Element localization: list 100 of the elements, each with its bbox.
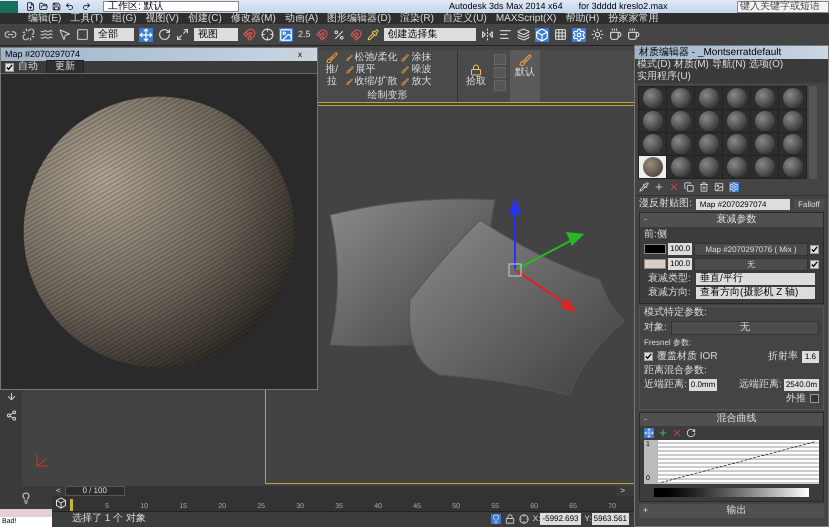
frame-marker-icon[interactable] bbox=[70, 499, 73, 511]
menu-item[interactable]: 组(G) bbox=[112, 12, 137, 24]
menu-item[interactable]: 选项(O) bbox=[748, 59, 784, 71]
copy-icon[interactable] bbox=[684, 182, 694, 192]
coordinate-dropdown[interactable]: 视图 bbox=[194, 28, 238, 41]
material-slot[interactable] bbox=[667, 156, 694, 178]
cube-icon[interactable] bbox=[534, 28, 549, 42]
move-point-icon[interactable] bbox=[644, 428, 654, 438]
close-button[interactable]: x bbox=[287, 50, 313, 60]
folder-icon[interactable] bbox=[39, 2, 48, 11]
menu-item[interactable]: 帮助(H) bbox=[565, 12, 600, 24]
percent-snap-icon[interactable] bbox=[332, 28, 345, 40]
checkbox[interactable] bbox=[810, 394, 819, 403]
material-slot[interactable] bbox=[751, 87, 778, 109]
trash-icon[interactable] bbox=[699, 182, 709, 192]
menu-item[interactable]: 编辑(E) bbox=[28, 12, 62, 24]
material-slot[interactable] bbox=[779, 156, 806, 178]
save-icon[interactable] bbox=[52, 2, 61, 11]
map-name-dropdown[interactable]: Map #2070297074 bbox=[696, 198, 790, 210]
wave-icon[interactable] bbox=[40, 28, 53, 41]
menu-item[interactable]: 视图(V) bbox=[146, 12, 179, 24]
checkbox[interactable] bbox=[644, 352, 653, 361]
material-slot[interactable] bbox=[779, 133, 806, 155]
checkbox[interactable] bbox=[810, 260, 819, 268]
named-selection-dropdown[interactable]: 创建选择集 bbox=[384, 28, 476, 41]
time-slider-thumb[interactable]: 0 / 100 bbox=[64, 486, 125, 496]
redo-icon[interactable] bbox=[82, 2, 91, 11]
workspace-dropdown[interactable]: 工作区: 默认 bbox=[103, 1, 239, 12]
material-slot[interactable] bbox=[751, 110, 778, 132]
menu-item[interactable]: 修改器(M) bbox=[230, 12, 276, 24]
align-icon[interactable] bbox=[498, 28, 512, 41]
reset-curve-icon[interactable] bbox=[686, 428, 696, 438]
material-slot[interactable] bbox=[695, 110, 722, 132]
amount-field[interactable]: 100.0 bbox=[668, 258, 692, 270]
x-coordinate-field[interactable]: -5992.693 bbox=[540, 513, 580, 525]
menu-item[interactable]: 自定义(U) bbox=[442, 12, 487, 24]
menu-item[interactable]: MAXScript(X) bbox=[496, 12, 556, 24]
scale-icon[interactable] bbox=[176, 28, 189, 41]
pipette-icon[interactable] bbox=[639, 182, 649, 192]
spinner-snap-icon[interactable] bbox=[350, 28, 362, 40]
brush-tool-button[interactable]: 展平 bbox=[346, 64, 398, 76]
rollout-title[interactable]: 混合曲线 bbox=[654, 413, 819, 426]
undo-icon[interactable] bbox=[65, 2, 74, 11]
menu-item[interactable]: 模式(D) bbox=[637, 59, 671, 71]
menu-item[interactable]: 导航(N) bbox=[712, 59, 746, 71]
material-slot[interactable] bbox=[723, 133, 750, 155]
near-distance-field[interactable]: 0.0mm bbox=[688, 378, 718, 390]
checkbox[interactable] bbox=[810, 244, 819, 254]
rollout-title[interactable]: 输出 bbox=[653, 504, 820, 517]
mirror-icon[interactable] bbox=[480, 28, 494, 41]
map-type-button[interactable]: Falloff bbox=[794, 198, 824, 210]
delete-point-icon[interactable] bbox=[672, 428, 682, 438]
material-slot[interactable] bbox=[695, 87, 722, 109]
move-icon[interactable] bbox=[139, 28, 153, 42]
map-slot-button[interactable]: 无 bbox=[694, 258, 808, 270]
brush-tool-button[interactable]: 收缩/扩散 bbox=[346, 76, 398, 88]
menu-item[interactable]: 工具(T) bbox=[70, 12, 104, 24]
layers-icon[interactable] bbox=[516, 28, 530, 41]
app-logo-icon[interactable] bbox=[0, 0, 18, 12]
material-slot[interactable] bbox=[639, 110, 666, 132]
crosshair-icon[interactable] bbox=[261, 28, 274, 41]
menu-item[interactable]: 扮家家常用 bbox=[608, 12, 658, 24]
menu-item[interactable]: 材质(M) bbox=[674, 59, 709, 71]
ior-field[interactable]: 1.6 bbox=[802, 350, 819, 362]
push-pull-button[interactable]: 推/拉 bbox=[322, 52, 342, 88]
material-slot[interactable] bbox=[723, 156, 750, 178]
material-slot[interactable] bbox=[639, 156, 666, 178]
new-file-icon[interactable] bbox=[26, 2, 35, 11]
material-slot[interactable] bbox=[667, 133, 694, 155]
checkbox[interactable] bbox=[5, 62, 14, 72]
material-slot[interactable] bbox=[667, 110, 694, 132]
time-slider-track[interactable]: 0 / 100 bbox=[64, 486, 616, 496]
picture-icon[interactable] bbox=[714, 182, 724, 192]
expand-sign[interactable]: + bbox=[643, 504, 653, 518]
delete-icon[interactable] bbox=[669, 182, 679, 192]
material-slot[interactable] bbox=[723, 110, 750, 132]
brush-tool-button[interactable]: 噪波 bbox=[401, 64, 453, 76]
lock-icon[interactable] bbox=[504, 514, 515, 524]
material-slot[interactable] bbox=[639, 87, 666, 109]
selection-filter-dropdown[interactable]: 全部 bbox=[94, 28, 134, 41]
y-coordinate-field[interactable]: 5963.561 bbox=[592, 513, 629, 525]
rotate-icon[interactable] bbox=[158, 28, 171, 41]
angle-snap-icon[interactable] bbox=[316, 28, 328, 40]
color-swatch[interactable] bbox=[644, 244, 666, 254]
material-slot[interactable] bbox=[779, 110, 806, 132]
rollout-title[interactable]: 衰减参数 bbox=[654, 214, 819, 226]
default-button[interactable]: 默认 bbox=[510, 50, 540, 102]
previous-frame-button[interactable]: < bbox=[52, 485, 65, 497]
material-slot[interactable] bbox=[751, 156, 778, 178]
collapse-sign[interactable]: - bbox=[644, 213, 654, 226]
falloff-type-dropdown[interactable]: 垂直/平行 bbox=[696, 272, 815, 284]
material-slot[interactable] bbox=[751, 133, 778, 155]
menu-item[interactable]: 图形编辑器(D) bbox=[327, 12, 392, 24]
material-slot[interactable] bbox=[667, 87, 694, 109]
material-slot[interactable] bbox=[695, 156, 722, 178]
pick-button[interactable]: 拾取 bbox=[458, 50, 494, 102]
material-slot[interactable] bbox=[723, 87, 750, 109]
search-field[interactable]: 键入关键字或短语 bbox=[737, 0, 829, 12]
material-slot[interactable] bbox=[695, 133, 722, 155]
add-icon[interactable] bbox=[654, 182, 664, 192]
